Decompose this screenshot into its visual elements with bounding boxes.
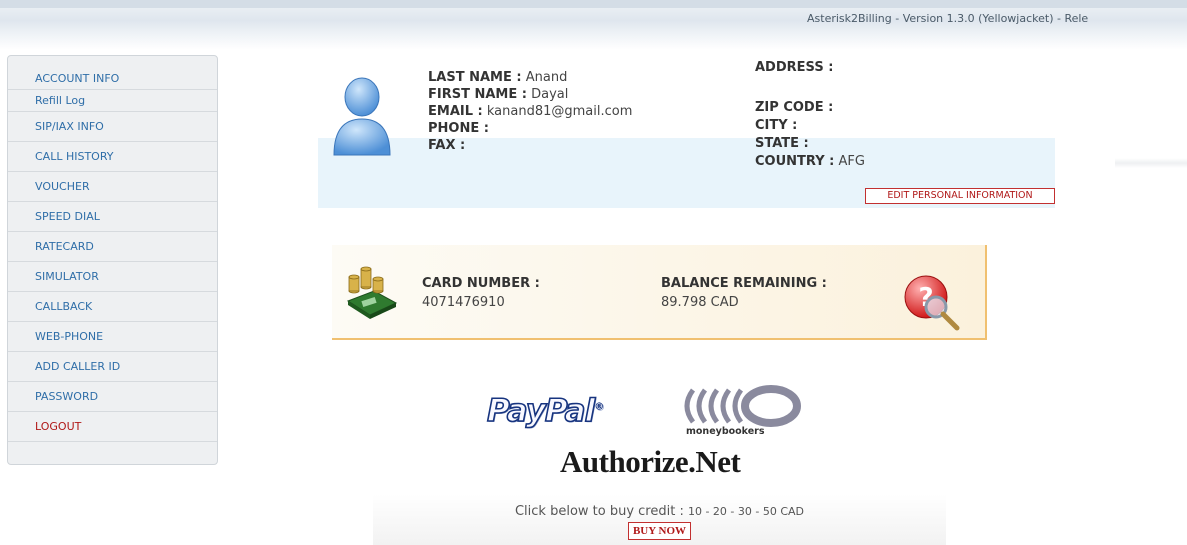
fax-label: FAX : xyxy=(428,138,466,153)
personal-info: LAST NAME : Anand FIRST NAME : Dayal EMA… xyxy=(428,69,632,154)
card-number-value: 4071476910 xyxy=(422,295,505,310)
decorative-divider xyxy=(1115,158,1187,168)
card-info-panel: CARD NUMBER : 4071476910 BALANCE REMAINI… xyxy=(332,245,987,340)
sidebar-item-account-info[interactable]: ACCOUNT INFO xyxy=(8,68,217,90)
sidebar-item-callback[interactable]: CALLBACK xyxy=(8,292,217,322)
sidebar-menu: ACCOUNT INFO Refill Log SIP/IAX INFO CAL… xyxy=(7,55,218,465)
sidebar-item-password[interactable]: PASSWORD xyxy=(8,382,217,412)
email-value: kanand81@gmail.com xyxy=(486,104,633,119)
buy-credit-text: Click below to buy credit : xyxy=(514,504,688,519)
money-stack-icon xyxy=(346,266,398,319)
sidebar-item-sip-iax-info[interactable]: SIP/IAX INFO xyxy=(8,112,217,142)
paypal-logo[interactable]: PayPal® xyxy=(486,392,604,430)
country-label: COUNTRY : xyxy=(755,154,835,169)
sidebar-item-logout[interactable]: LOGOUT xyxy=(8,412,217,442)
email-label: EMAIL : xyxy=(428,104,483,119)
sidebar-item-web-phone[interactable]: WEB-PHONE xyxy=(8,322,217,352)
last-name-value: Anand xyxy=(525,70,568,85)
edit-personal-info-button[interactable]: EDIT PERSONAL INFORMATION xyxy=(865,188,1055,204)
state-label: STATE : xyxy=(755,136,809,151)
sidebar-item-simulator[interactable]: SIMULATOR xyxy=(8,262,217,292)
authorize-net-logo[interactable]: Authorize.Net xyxy=(560,444,741,480)
first-name-value: Dayal xyxy=(531,87,569,102)
card-number-block: CARD NUMBER : 4071476910 xyxy=(422,274,540,312)
country-value: AFG xyxy=(838,154,865,169)
buy-credit-amounts: 10 - 20 - 30 - 50 CAD xyxy=(687,505,805,518)
sidebar-item-speed-dial[interactable]: SPEED DIAL xyxy=(8,202,217,232)
zip-label: ZIP CODE : xyxy=(755,100,834,115)
sidebar-item-ratecard[interactable]: RATECARD xyxy=(8,232,217,262)
address-label: ADDRESS : xyxy=(755,60,834,75)
balance-value: 89.798 CAD xyxy=(661,295,739,310)
sidebar-item-call-history[interactable]: CALL HISTORY xyxy=(8,142,217,172)
address-info: ADDRESS : ZIP CODE : CITY : STATE : COUN… xyxy=(755,59,865,171)
card-number-label: CARD NUMBER : xyxy=(422,276,540,291)
first-name-label: FIRST NAME : xyxy=(428,87,527,102)
sidebar-item-voucher[interactable]: VOUCHER xyxy=(8,172,217,202)
app-title: Asterisk2Billing - Version 1.3.0 (Yellow… xyxy=(807,12,1089,25)
moneybookers-label: moneybookers xyxy=(686,426,765,437)
paypal-logo-text: PayPal xyxy=(486,392,596,430)
header-bar: Asterisk2Billing - Version 1.3.0 (Yellow… xyxy=(0,0,1187,50)
balance-label: BALANCE REMAINING : xyxy=(661,276,827,291)
sidebar-item-add-caller-id[interactable]: ADD CALLER ID xyxy=(8,352,217,382)
balance-block: BALANCE REMAINING : 89.798 CAD xyxy=(661,274,827,312)
buy-credit-text-line: Click below to buy credit : 10 - 20 - 30… xyxy=(373,504,946,519)
user-avatar-icon xyxy=(333,77,391,156)
help-magnifier-icon[interactable]: ? xyxy=(902,271,962,333)
last-name-label: LAST NAME : xyxy=(428,70,522,85)
buy-now-button[interactable]: BUY NOW xyxy=(627,522,692,540)
phone-label: PHONE : xyxy=(428,121,489,136)
buy-credit-panel: Click below to buy credit : 10 - 20 - 30… xyxy=(373,494,946,545)
sidebar-item-refill-log[interactable]: Refill Log xyxy=(8,90,217,112)
profile-panel: LAST NAME : Anand FIRST NAME : Dayal EMA… xyxy=(318,55,1055,208)
city-label: CITY : xyxy=(755,118,798,133)
